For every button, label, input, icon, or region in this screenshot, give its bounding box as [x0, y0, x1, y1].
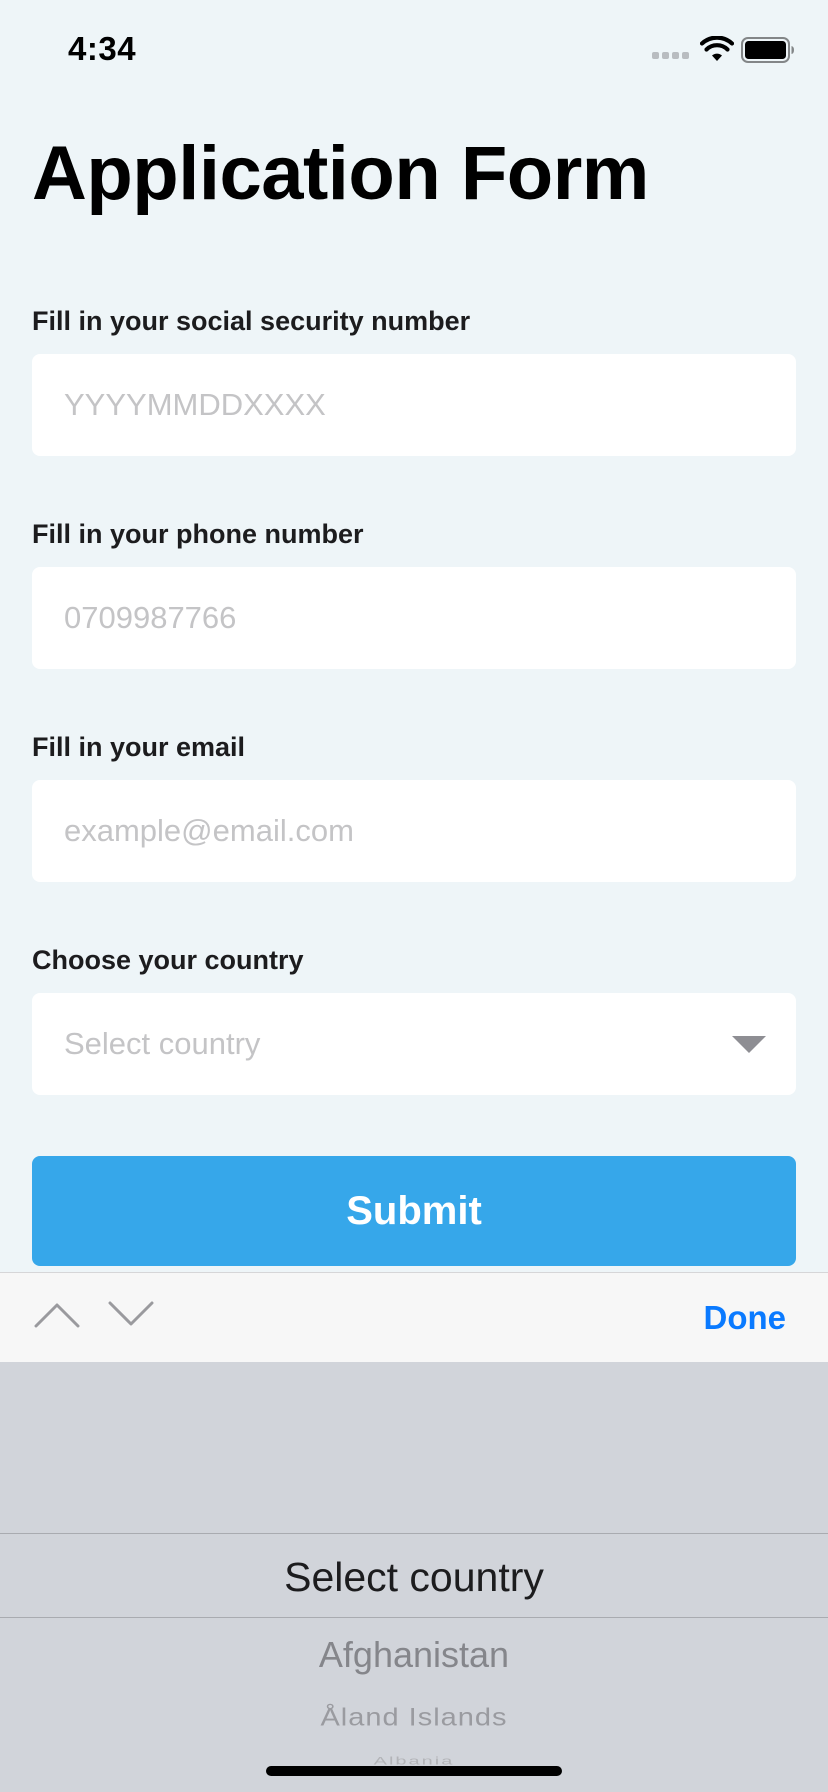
status-time: 4:34 [68, 30, 137, 67]
phone-field-container [32, 567, 796, 669]
submit-button[interactable]: Submit [32, 1156, 796, 1266]
country-label: Choose your country [32, 945, 304, 975]
status-bar: 4:34 [0, 0, 828, 100]
picker-option[interactable]: Afghanistan [0, 1634, 828, 1676]
email-field-container [32, 780, 796, 882]
email-label: Fill in your email [32, 732, 246, 762]
dropdown-arrow-icon [732, 1036, 766, 1053]
ssn-input[interactable] [32, 354, 796, 456]
ssn-field-container [32, 354, 796, 456]
chevron-down-icon[interactable] [108, 1299, 154, 1329]
chevron-up-icon[interactable] [34, 1299, 80, 1329]
picker-selection-top-line [0, 1533, 828, 1534]
country-picker[interactable]: Select country Afghanistan Åland Islands… [0, 1362, 828, 1792]
email-input[interactable] [32, 780, 796, 882]
keyboard-accessory-bar: Done [0, 1272, 828, 1362]
picker-selected-item[interactable]: Select country [0, 1554, 828, 1601]
phone-input[interactable] [32, 567, 796, 669]
picker-option[interactable]: Åland Islands [0, 1704, 828, 1732]
picker-selection-bottom-line [0, 1617, 828, 1618]
wifi-icon [700, 36, 734, 61]
cellular-signal-icon [652, 52, 690, 62]
phone-label: Fill in your phone number [32, 519, 364, 549]
ssn-label: Fill in your social security number [32, 306, 471, 336]
page-title: Application Form [32, 131, 649, 216]
home-indicator[interactable] [266, 1766, 562, 1776]
country-select-placeholder: Select country [64, 1026, 261, 1061]
battery-icon [741, 37, 794, 63]
country-select[interactable]: Select country [32, 993, 796, 1095]
done-button[interactable]: Done [704, 1273, 787, 1363]
